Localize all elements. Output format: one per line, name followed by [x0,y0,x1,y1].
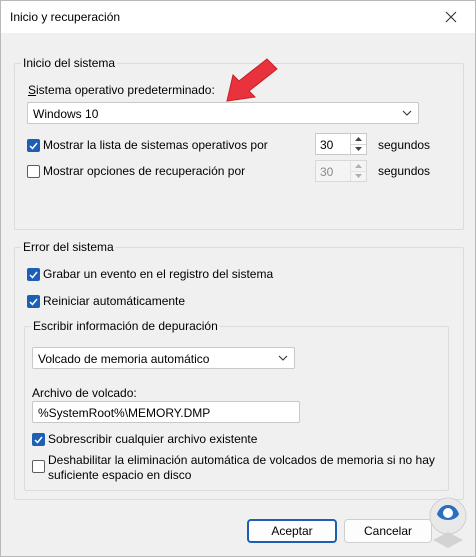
show-os-list-seconds-value: 30 [320,138,334,152]
chevron-down-icon [278,355,288,361]
debug-type-select[interactable]: Volcado de memoria automático [32,347,295,369]
seconds-label-2: segundos [378,164,431,178]
close-button[interactable] [433,5,469,29]
overwrite-label: Sobrescribir cualquier archivo existente [48,432,258,446]
check-icon [34,436,43,444]
caret-down-icon [355,174,362,178]
check-icon [29,142,38,150]
dump-file-input[interactable]: %SystemRoot%\MEMORY.DMP [32,401,300,423]
auto-restart-checkbox[interactable] [27,295,40,308]
debug-info-group-label: Escribir información de depuración [33,319,218,333]
default-os-value: Windows 10 [33,107,99,121]
default-os-label: Sistema operativo predeterminado: [28,83,215,97]
show-recovery-seconds-spinner: 30 [315,160,367,182]
log-event-checkbox[interactable] [27,268,40,281]
title-bar: Inicio y recuperación [1,1,475,33]
show-recovery-seconds-value: 30 [320,165,334,179]
disable-auto-delete-label-line2: suficiente espacio en disco [48,468,192,482]
seconds-label-1: segundos [378,138,431,152]
disable-auto-delete-checkbox[interactable] [32,460,45,473]
chevron-down-icon [402,110,412,116]
show-recovery-checkbox[interactable] [27,165,40,178]
red-arrow-icon [226,58,278,102]
show-os-list-seconds-spinner[interactable]: 30 [315,133,367,155]
dump-file-label: Archivo de volcado: [32,386,137,400]
spinner-down-button[interactable] [351,144,366,154]
show-os-list-checkbox[interactable] [27,139,40,152]
auto-restart-label: Reiniciar automáticamente [43,294,186,308]
spinner-down-button-disabled [351,171,366,181]
watermark-logo-icon [429,497,467,548]
default-os-select[interactable]: Windows 10 [27,102,419,124]
startup-recovery-dialog: Inicio y recuperación Inicio del sistema… [0,0,476,557]
check-icon [29,271,38,279]
show-os-list-label: Mostrar la lista de sistemas operativos … [43,138,268,152]
caret-down-icon [355,147,362,151]
overwrite-checkbox[interactable] [32,433,45,446]
system-failure-group-label: Error del sistema [23,240,114,254]
check-icon [29,298,38,306]
startup-group-label: Inicio del sistema [23,56,116,70]
disable-auto-delete-label-line1: Deshabilitar la eliminación automática d… [48,453,435,467]
debug-type-value: Volcado de memoria automático [38,352,210,366]
window-title: Inicio y recuperación [10,10,121,24]
ok-button[interactable]: Aceptar [247,519,337,543]
dump-file-value: %SystemRoot%\MEMORY.DMP [38,406,211,420]
log-event-label: Grabar un evento en el registro del sist… [43,267,274,281]
show-recovery-label: Mostrar opciones de recuperación por [43,164,246,178]
close-icon [445,11,457,23]
caret-up-icon [355,164,362,168]
cancel-button[interactable]: Cancelar [344,519,432,543]
caret-up-icon [355,137,362,141]
